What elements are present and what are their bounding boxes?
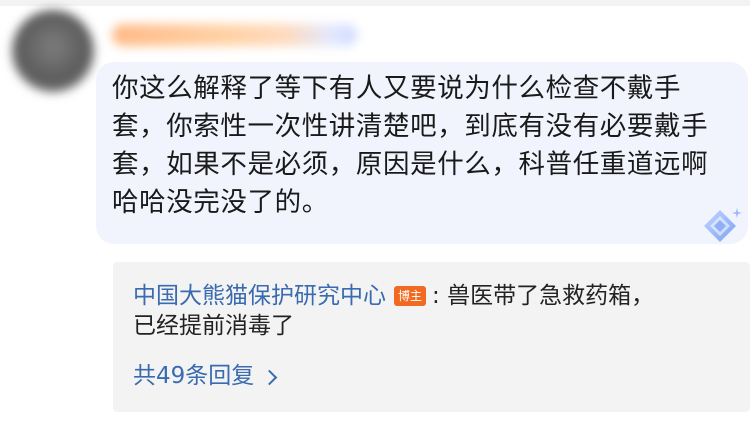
top-divider xyxy=(0,0,750,6)
reply-text-line2: 已经提前消毒了 xyxy=(133,313,294,339)
more-replies-label: 共49条回复 xyxy=(133,363,255,389)
reply-line-1: 中国大熊猫保护研究中心 博主: 兽医带了急救药箱， xyxy=(133,281,733,311)
username-blurred[interactable] xyxy=(112,24,357,46)
comment-text: 你这么解释了等下有人又要说为什么检查不戴手套，你索性一次性讲清楚吧，到底有没有必… xyxy=(112,73,709,218)
author-badge: 博主 xyxy=(394,286,427,306)
reply-separator: : xyxy=(432,283,440,309)
diamond-sparkle-icon xyxy=(704,208,742,242)
chevron-right-icon xyxy=(262,369,278,385)
reply-line-2: 已经提前消毒了 xyxy=(133,311,733,341)
reply-text-line1: 兽医带了急救药箱， xyxy=(447,283,655,309)
avatar[interactable] xyxy=(12,10,94,92)
view-more-replies-link[interactable]: 共49条回复 xyxy=(133,361,278,391)
reply-author-name[interactable]: 中国大熊猫保护研究中心 xyxy=(133,283,386,309)
